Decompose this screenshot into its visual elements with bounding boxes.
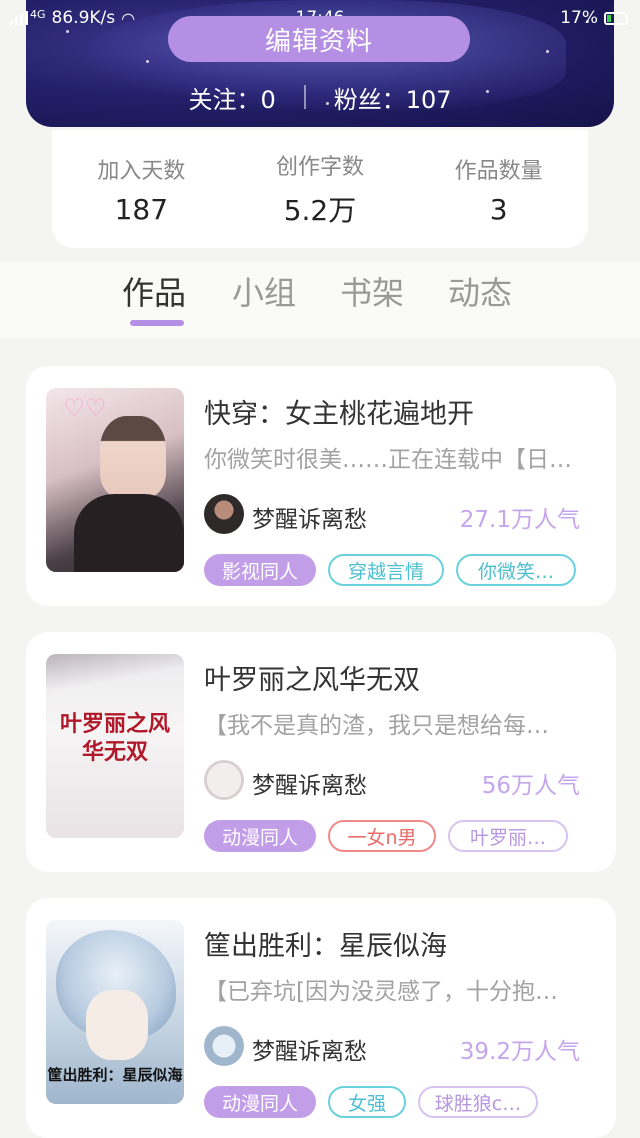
stat-label: 作品数量 (454, 158, 543, 184)
tag[interactable]: 你微笑… (456, 554, 576, 586)
profile-stats-card: 加入天数 187 创作字数 5.2万 作品数量 3 (52, 130, 588, 248)
tag-list: 动漫同人 一女n男 叶罗丽… (204, 820, 568, 852)
tag[interactable]: 叶罗丽… (448, 820, 568, 852)
author-name[interactable]: 梦醒诉离愁 (252, 1032, 367, 1066)
popularity-count: 56万人气 (481, 773, 580, 799)
tag[interactable]: 女强 (328, 1086, 406, 1118)
author-avatar[interactable] (204, 494, 244, 534)
cover-branches (46, 654, 184, 694)
work-description: 你微笑时很美……正在连载中【日… (204, 447, 572, 473)
author-name[interactable]: 梦醒诉离愁 (252, 500, 367, 534)
tag[interactable]: 动漫同人 (204, 820, 316, 852)
popularity-count: 27.1万人气 (459, 507, 580, 533)
book-cover[interactable]: 叶罗丽之风华无双 (46, 654, 184, 838)
stat-value: 3 (489, 192, 508, 226)
tab-activity[interactable]: 动态 (448, 268, 512, 314)
stat-label: 创作字数 (275, 155, 364, 180)
work-card[interactable]: 筐出胜利：星辰似海 筐出胜利：星辰似海 【已弃坑[因为没灵感了，十分抱… 梦醒诉… (26, 898, 616, 1138)
battery-icon (604, 11, 628, 25)
author-name[interactable]: 梦醒诉离愁 (252, 766, 367, 800)
stat-works-count: 作品数量 3 (414, 153, 584, 226)
work-title[interactable]: 叶罗丽之风华无双 (204, 658, 420, 697)
tag[interactable]: 影视同人 (204, 554, 316, 586)
author-avatar[interactable] (204, 1026, 244, 1066)
book-cover[interactable]: ♡♡ (46, 388, 184, 572)
tab-groups[interactable]: 小组 (232, 268, 296, 314)
tag[interactable]: 穿越言情 (328, 554, 444, 586)
active-tab-indicator (130, 320, 184, 326)
divider (303, 85, 306, 109)
book-cover[interactable]: 筐出胜利：星辰似海 (46, 920, 184, 1104)
following-count[interactable]: 关注：0 (188, 80, 275, 115)
tag[interactable]: 动漫同人 (204, 1086, 316, 1118)
work-card[interactable]: 叶罗丽之风华无双 叶罗丽之风华无双 【我不是真的渣，我只是想给每… 梦醒诉离愁 … (26, 632, 616, 872)
tag-list: 动漫同人 女强 球胜狼c… (204, 1086, 538, 1118)
work-title[interactable]: 快穿：女主桃花遍地开 (204, 392, 474, 431)
tag[interactable]: 一女n男 (328, 820, 436, 852)
follow-stats: 关注：0 粉丝：107 (26, 80, 614, 115)
cover-portrait (100, 416, 166, 498)
stat-value: 187 (114, 192, 169, 226)
work-card[interactable]: ♡♡ 快穿：女主桃花遍地开 你微笑时很美……正在连载中【日… 梦醒诉离愁 27.… (26, 366, 616, 606)
cover-character-face (86, 990, 148, 1060)
popularity-count: 39.2万人气 (459, 1039, 580, 1065)
tab-works[interactable]: 作品 (122, 268, 186, 314)
profile-tabs: 作品 小组 书架 动态 (0, 262, 640, 338)
battery-percent: 17% (560, 8, 598, 28)
fans-count[interactable]: 粉丝：107 (334, 80, 452, 115)
work-title[interactable]: 筐出胜利：星辰似海 (204, 924, 447, 963)
edit-profile-button[interactable]: 编辑资料 (168, 16, 470, 62)
tag[interactable]: 球胜狼c… (418, 1086, 538, 1118)
cover-title-art: 叶罗丽之风华无双 (59, 711, 170, 765)
stat-join-days: 加入天数 187 (56, 153, 226, 226)
stat-label: 加入天数 (97, 158, 186, 184)
cover-title-art: 筐出胜利：星辰似海 (47, 1066, 183, 1084)
stat-word-count: 创作字数 5.2万 (235, 149, 405, 229)
cover-body (74, 494, 184, 572)
tag-list: 影视同人 穿越言情 你微笑… (204, 554, 576, 586)
work-description: 【已弃坑[因为没灵感了，十分抱… (204, 979, 558, 1005)
work-description: 【我不是真的渣，我只是想给每… (204, 713, 549, 739)
author-avatar[interactable] (204, 760, 244, 800)
tab-bookshelf[interactable]: 书架 (340, 268, 404, 314)
stat-value: 5.2万 (283, 194, 357, 227)
